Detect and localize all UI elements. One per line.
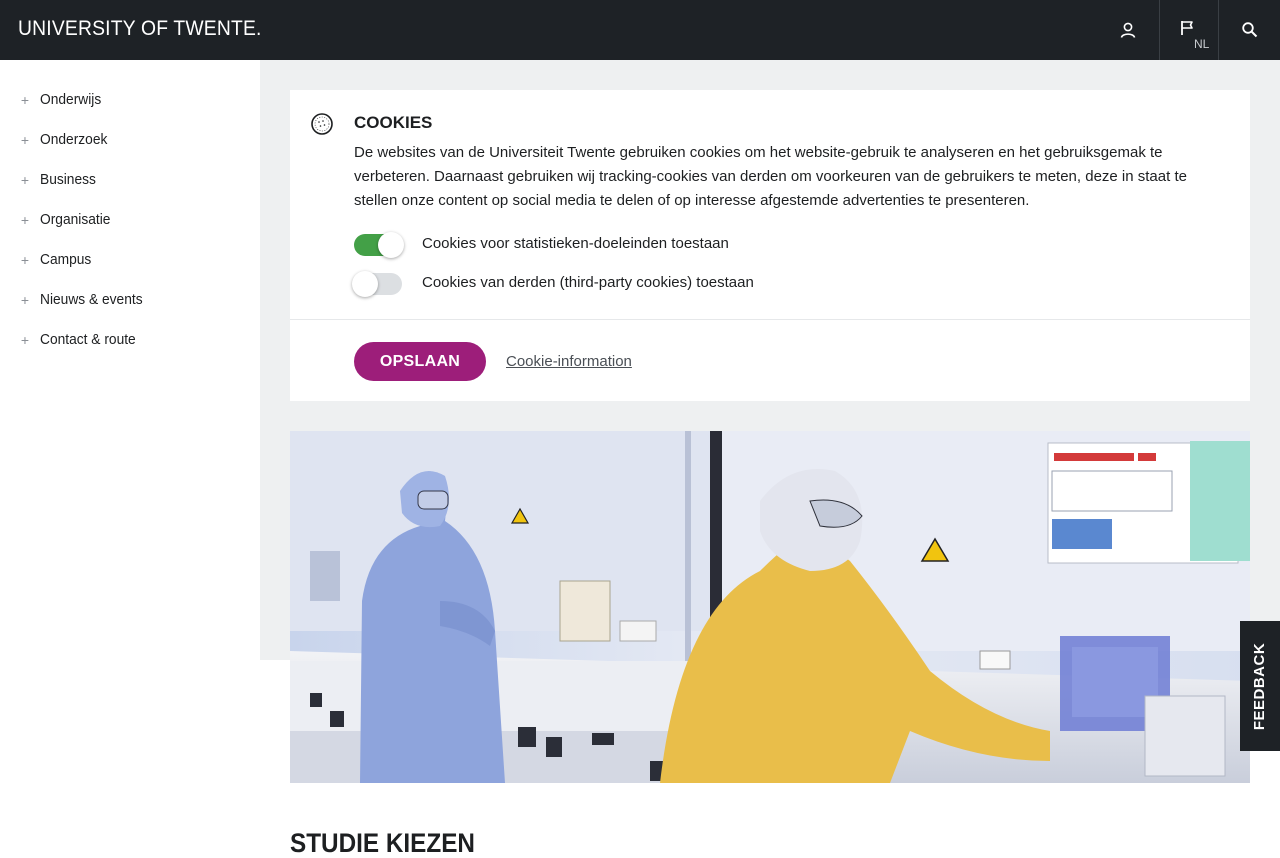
sidebar-item-label: Contact & route xyxy=(40,332,136,348)
cleanroom-lab-image xyxy=(290,431,1250,783)
third-party-cookies-toggle[interactable] xyxy=(352,271,402,297)
third-party-cookies-row: Cookies van derden (third-party cookies)… xyxy=(352,269,754,299)
section-title: STUDIE KIEZEN xyxy=(290,828,475,858)
sidebar-item-campus[interactable]: + Campus xyxy=(0,240,260,280)
plus-icon[interactable]: + xyxy=(18,292,32,308)
plus-icon[interactable]: + xyxy=(18,132,32,148)
user-icon xyxy=(1120,22,1136,38)
toggle-knob xyxy=(352,271,378,297)
feedback-tab[interactable]: FEEDBACK xyxy=(1240,621,1280,751)
plus-icon[interactable]: + xyxy=(18,92,32,108)
plus-icon[interactable]: + xyxy=(18,252,32,268)
language-switch-button[interactable]: NL xyxy=(1159,0,1219,60)
sidebar-item-nieuws-events[interactable]: + Nieuws & events xyxy=(0,280,260,320)
sidebar-item-organisatie[interactable]: + Organisatie xyxy=(0,200,260,240)
sidebar-item-onderwijs[interactable]: + Onderwijs xyxy=(0,80,260,120)
plus-icon[interactable]: + xyxy=(18,172,32,188)
language-code: NL xyxy=(1194,37,1210,51)
sidebar-item-label: Onderwijs xyxy=(40,92,102,108)
plus-icon[interactable]: + xyxy=(18,332,32,348)
statistics-cookies-toggle[interactable] xyxy=(354,232,404,258)
statistics-cookies-row: Cookies voor statistieken-doeleinden toe… xyxy=(354,230,729,260)
search-button[interactable] xyxy=(1220,0,1280,60)
cookie-title: COOKIES xyxy=(354,113,433,132)
sidebar-item-label: Organisatie xyxy=(40,212,111,228)
search-icon xyxy=(1242,22,1258,38)
cookie-icon xyxy=(311,113,333,135)
sidebar-item-label: Campus xyxy=(40,252,92,268)
feedback-label: FEEDBACK xyxy=(1251,642,1269,730)
third-party-cookies-label: Cookies van derden (third-party cookies)… xyxy=(422,274,754,291)
toggle-knob xyxy=(378,232,404,258)
cookie-description: De websites van de Universiteit Twente g… xyxy=(354,144,1187,209)
flag-icon xyxy=(1181,21,1193,35)
sidebar-item-label: Nieuws & events xyxy=(40,292,143,308)
divider xyxy=(290,319,1250,320)
hero-image xyxy=(290,431,1250,783)
statistics-cookies-label: Cookies voor statistieken-doeleinden toe… xyxy=(422,235,729,252)
sidebar-item-label: Business xyxy=(40,172,96,188)
university-logo[interactable]: UNIVERSITY OF TWENTE. xyxy=(18,17,262,41)
cookie-information-link[interactable]: Cookie-information xyxy=(506,353,632,370)
plus-icon[interactable]: + xyxy=(18,212,32,228)
sidebar-nav: + Onderwijs + Onderzoek + Business + Org… xyxy=(0,60,260,858)
user-account-button[interactable] xyxy=(1098,0,1158,60)
sidebar-item-onderzoek[interactable]: + Onderzoek xyxy=(0,120,260,160)
sidebar-item-label: Onderzoek xyxy=(40,132,108,148)
top-bar: UNIVERSITY OF TWENTE. NL xyxy=(0,0,1280,60)
sidebar-item-contact-route[interactable]: + Contact & route xyxy=(0,320,260,360)
sidebar-item-business[interactable]: + Business xyxy=(0,160,260,200)
save-button[interactable]: OPSLAAN xyxy=(354,342,486,381)
cookie-consent-panel: COOKIES De websites van de Universiteit … xyxy=(290,90,1250,401)
